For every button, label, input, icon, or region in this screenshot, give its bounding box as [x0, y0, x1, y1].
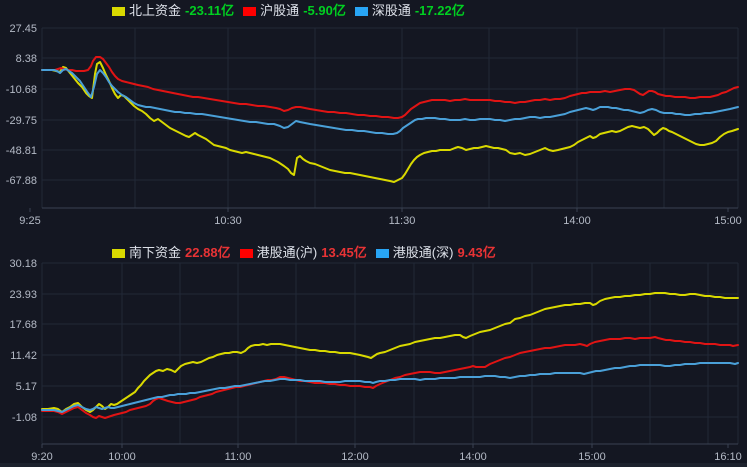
- legend-item-nanxia[interactable]: 南下资金22.88亿: [112, 245, 231, 261]
- y-axis-label: 11.42: [10, 350, 37, 362]
- x-axis-label: 12:00: [341, 451, 369, 463]
- y-axis-label: -48.81: [6, 145, 37, 157]
- y-axis-label: 8.38: [16, 53, 37, 65]
- x-axis-label: 10:30: [214, 215, 242, 227]
- legend-item-ganggutong-hu[interactable]: 港股通(沪)13.45亿: [240, 245, 367, 261]
- legend-label: 南下资金: [129, 245, 181, 261]
- y-axis-label: 23.93: [9, 289, 37, 301]
- series-nanxia-line: [42, 293, 738, 412]
- x-axis-label: 15:00: [714, 215, 742, 227]
- capital-flow-panel: 27.45 8.38 -10.68 -29.75 -48.81 -67.88 9:25 10:…: [0, 0, 747, 467]
- y-axis-label: -1.08: [12, 412, 37, 424]
- x-axis-label: 11:00: [225, 451, 252, 463]
- legend-value: -5.90亿: [303, 3, 346, 19]
- legend-label: 港股通(深): [393, 245, 454, 261]
- legend-item-shengutong[interactable]: 深股通-17.22亿: [355, 3, 465, 19]
- x-axis-label: 16:10: [714, 451, 742, 463]
- x-axis-label: 11:30: [389, 215, 416, 227]
- x-axis-label: 10:00: [108, 451, 136, 463]
- x-axis-label: 14:00: [563, 215, 591, 227]
- y-axis-label: -10.68: [6, 84, 37, 96]
- capital-flow-charts: 27.45 8.38 -10.68 -29.75 -48.81 -67.88 9:25 10:…: [0, 0, 747, 467]
- legend-value: -17.22亿: [415, 3, 465, 19]
- y-axis-label: 27.45: [9, 23, 37, 35]
- legend-item-hugutong[interactable]: 沪股通-5.90亿: [243, 3, 346, 19]
- bottom-strip: [0, 463, 747, 467]
- legend-item-ganggutong-shen[interactable]: 港股通(深)9.43亿: [376, 245, 496, 261]
- y-axis-label: -67.88: [6, 175, 37, 187]
- legend-northbound: 北上资金-23.11亿 沪股通-5.90亿 深股通-17.22亿: [112, 3, 465, 19]
- legend-value: 9.43亿: [457, 245, 495, 261]
- y-axis-label: -29.75: [6, 115, 37, 127]
- legend-value: 13.45亿: [321, 245, 367, 261]
- legend-item-beishang[interactable]: 北上资金-23.11亿: [112, 3, 234, 19]
- legend-color-swatch-blue-icon: [355, 7, 368, 16]
- y-axis-label: 17.68: [9, 319, 37, 331]
- y-axis-label: 30.18: [9, 258, 37, 270]
- legend-label: 深股通: [372, 3, 411, 19]
- legend-value: -23.11亿: [185, 3, 234, 19]
- x-axis-label: 14:00: [459, 451, 487, 463]
- series-shengutong-line: [42, 69, 738, 134]
- legend-label: 沪股通: [260, 3, 299, 19]
- legend-label: 北上资金: [129, 3, 181, 19]
- series-hugutong-line: [42, 57, 738, 118]
- legend-value: 22.88亿: [185, 245, 231, 261]
- legend-color-swatch-blue-icon: [376, 249, 389, 258]
- series-beishang-line: [42, 62, 738, 182]
- legend-southbound: 南下资金22.88亿 港股通(沪)13.45亿 港股通(深)9.43亿: [112, 245, 496, 261]
- legend-color-swatch-red-icon: [243, 7, 256, 16]
- x-axis-label: 9:25: [19, 215, 40, 227]
- series-ganggutong-shen-line: [42, 363, 738, 412]
- x-axis-label: 9:20: [31, 451, 52, 463]
- y-axis-label: 5.17: [16, 381, 37, 393]
- legend-color-swatch-yellow-icon: [112, 249, 125, 258]
- x-axis-label: 15:00: [578, 451, 606, 463]
- legend-color-swatch-red-icon: [240, 249, 253, 258]
- legend-label: 港股通(沪): [257, 245, 318, 261]
- legend-color-swatch-yellow-icon: [112, 7, 125, 16]
